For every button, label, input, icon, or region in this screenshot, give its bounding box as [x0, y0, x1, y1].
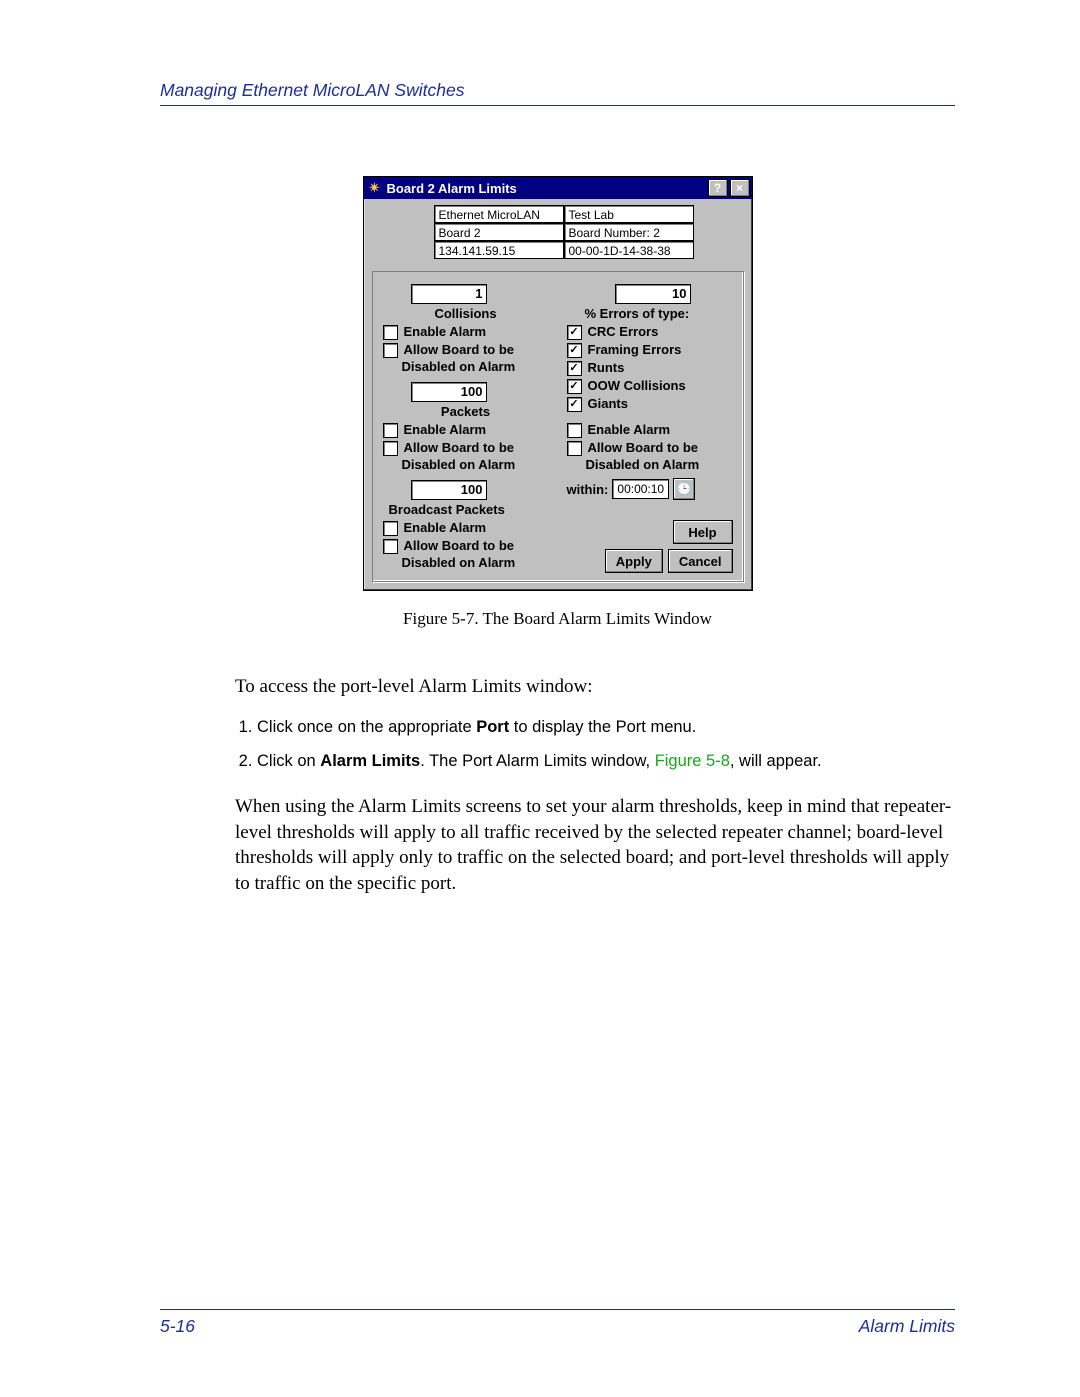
- close-caption-button[interactable]: ×: [730, 179, 750, 197]
- errors-disable-checkbox[interactable]: [567, 441, 582, 456]
- checkbox-label: Allow Board to be: [404, 439, 515, 456]
- mac-field: 00-00-1D-14-38-38: [564, 241, 694, 259]
- errors-enable-checkbox[interactable]: [567, 423, 582, 438]
- device-name-field: Ethernet MicroLAN: [434, 205, 564, 223]
- cancel-button[interactable]: Cancel: [668, 549, 733, 573]
- figure-caption: Figure 5-7. The Board Alarm Limits Windo…: [403, 609, 712, 629]
- clock-icon: 🕒: [676, 481, 692, 497]
- explanatory-paragraph: When using the Alarm Limits screens to s…: [235, 794, 955, 897]
- checkbox-label: Framing Errors: [588, 341, 682, 358]
- broadcast-input[interactable]: 100: [411, 480, 487, 500]
- collisions-enable-checkbox[interactable]: [383, 325, 398, 340]
- figure-link[interactable]: Figure 5-8: [655, 752, 730, 770]
- within-label: within:: [567, 482, 609, 497]
- checkbox-label: Allow Board to be: [588, 439, 699, 456]
- checkbox-label: Allow Board to be: [404, 341, 515, 358]
- location-field: Test Lab: [564, 205, 694, 223]
- step-1: Click once on the appropriate Port to di…: [257, 716, 955, 738]
- broadcast-label: Broadcast Packets: [389, 502, 549, 517]
- section-title: Alarm Limits: [859, 1316, 955, 1337]
- board-number-field: Board Number: 2: [564, 223, 694, 241]
- right-column: 10 % Errors of type: CRC Errors Framing …: [567, 284, 733, 573]
- page-number: 5-16: [160, 1316, 195, 1337]
- running-header: Managing Ethernet MicroLAN Switches: [160, 80, 955, 106]
- collisions-label: Collisions: [383, 306, 549, 321]
- percent-errors-label: % Errors of type:: [585, 306, 733, 321]
- oow-checkbox[interactable]: [567, 379, 582, 394]
- framing-checkbox[interactable]: [567, 343, 582, 358]
- checkbox-label: CRC Errors: [588, 323, 659, 340]
- checkbox-label: Allow Board to be: [404, 537, 515, 554]
- dialog-title: Board 2 Alarm Limits: [387, 181, 706, 196]
- packets-input[interactable]: 100: [411, 382, 487, 402]
- board-field: Board 2: [434, 223, 564, 241]
- checkbox-label: Enable Alarm: [588, 421, 671, 438]
- help-button[interactable]: Help: [673, 520, 733, 544]
- checkbox-label: Giants: [588, 395, 628, 412]
- runts-checkbox[interactable]: [567, 361, 582, 376]
- checkbox-label: Enable Alarm: [404, 519, 487, 536]
- device-info-block: Ethernet MicroLAN Test Lab Board 2 Board…: [364, 199, 752, 265]
- packets-label: Packets: [383, 404, 549, 419]
- collisions-disable-checkbox[interactable]: [383, 343, 398, 358]
- apply-button[interactable]: Apply: [605, 549, 663, 573]
- checkbox-label: Enable Alarm: [404, 323, 487, 340]
- crc-checkbox[interactable]: [567, 325, 582, 340]
- alarm-limits-dialog: ✴ Board 2 Alarm Limits ? × Ethernet Micr…: [363, 176, 753, 591]
- giants-checkbox[interactable]: [567, 397, 582, 412]
- checkbox-label-cont: Disabled on Alarm: [383, 457, 549, 472]
- checkbox-label: Enable Alarm: [404, 421, 487, 438]
- ip-field: 134.141.59.15: [434, 241, 564, 259]
- collisions-input[interactable]: 1: [411, 284, 487, 304]
- broadcast-disable-checkbox[interactable]: [383, 539, 398, 554]
- within-input[interactable]: 00:00:10: [612, 479, 669, 499]
- checkbox-label-cont: Disabled on Alarm: [383, 359, 549, 374]
- alarm-groupbox: 1 Collisions Enable Alarm Allow Board to…: [372, 271, 744, 582]
- percent-errors-input[interactable]: 10: [615, 284, 691, 304]
- dialog-titlebar[interactable]: ✴ Board 2 Alarm Limits ? ×: [364, 177, 752, 199]
- intro-paragraph: To access the port-level Alarm Limits wi…: [235, 674, 955, 700]
- help-caption-button[interactable]: ?: [708, 179, 728, 197]
- app-icon: ✴: [367, 180, 383, 196]
- packets-enable-checkbox[interactable]: [383, 423, 398, 438]
- left-column: 1 Collisions Enable Alarm Allow Board to…: [383, 284, 549, 573]
- clock-button[interactable]: 🕒: [673, 478, 695, 500]
- checkbox-label: OOW Collisions: [588, 377, 686, 394]
- packets-disable-checkbox[interactable]: [383, 441, 398, 456]
- step-2: Click on Alarm Limits. The Port Alarm Li…: [257, 750, 955, 772]
- checkbox-label-cont: Disabled on Alarm: [567, 457, 733, 472]
- checkbox-label-cont: Disabled on Alarm: [383, 555, 549, 570]
- checkbox-label: Runts: [588, 359, 625, 376]
- broadcast-enable-checkbox[interactable]: [383, 521, 398, 536]
